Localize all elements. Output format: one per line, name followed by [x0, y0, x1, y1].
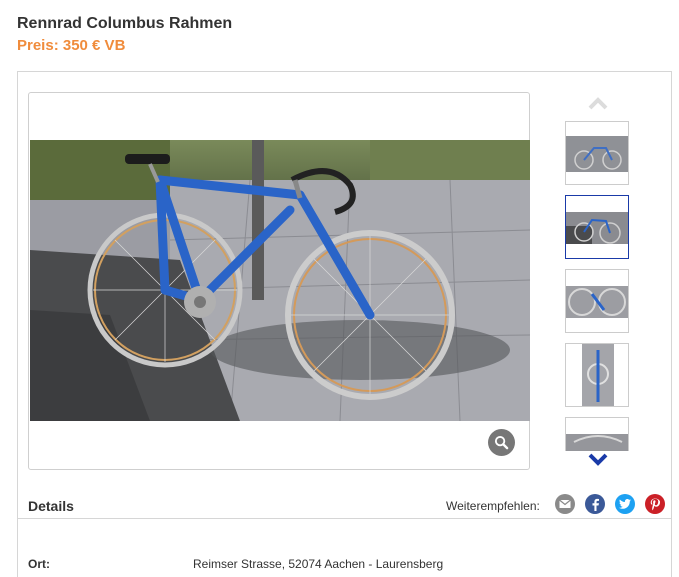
- bike-thumb-1: [566, 122, 628, 184]
- pinterest-icon: [650, 498, 660, 510]
- twitter-icon: [619, 499, 631, 509]
- bike-thumb-5: [566, 418, 628, 451]
- details-bar: Details Weiterempfehlen:: [17, 490, 672, 519]
- thumbnail-5[interactable]: [565, 417, 629, 451]
- email-share-button[interactable]: [555, 494, 575, 514]
- thumbnail-4[interactable]: [565, 343, 629, 407]
- bike-thumb-3: [566, 270, 628, 332]
- bike-thumb-4: [566, 344, 628, 406]
- location-label: Ort:: [28, 557, 50, 571]
- thumbnail-1[interactable]: [565, 121, 629, 185]
- facebook-icon: [592, 498, 599, 511]
- twitter-share-button[interactable]: [615, 494, 635, 514]
- location-value: Reimser Strasse, 52074 Aachen - Laurensb…: [193, 557, 444, 571]
- listing-price: Preis: 350 € VB: [17, 37, 126, 54]
- thumbnail-3[interactable]: [565, 269, 629, 333]
- pinterest-share-button[interactable]: [645, 494, 665, 514]
- facebook-share-button[interactable]: [585, 494, 605, 514]
- chevron-down-icon[interactable]: [587, 452, 609, 466]
- chevron-up-icon[interactable]: [587, 96, 609, 110]
- listing-title: Rennrad Columbus Rahmen: [17, 15, 233, 32]
- bike-thumb-2: [566, 196, 628, 258]
- email-icon: [559, 499, 571, 508]
- details-heading: Details: [28, 498, 74, 514]
- zoom-button[interactable]: [488, 429, 515, 456]
- magnifier-icon: [494, 435, 509, 450]
- thumbnail-2[interactable]: [565, 195, 629, 259]
- share-label: Weiterempfehlen:: [446, 499, 540, 513]
- image-viewer: [28, 92, 530, 470]
- main-photo[interactable]: [30, 140, 530, 421]
